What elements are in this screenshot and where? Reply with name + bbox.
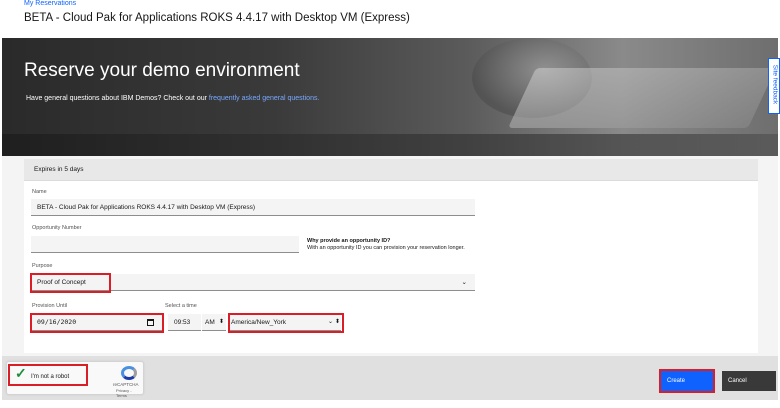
hero-heading: Reserve your demo environment bbox=[24, 60, 300, 81]
opportunity-why-title: Why provide an opportunity ID? bbox=[307, 238, 391, 244]
hero-subtext-text: Have general questions about IBM Demos? … bbox=[26, 95, 207, 102]
chevron-down-icon: ⌄ bbox=[461, 279, 467, 286]
name-field[interactable]: BETA - Cloud Pak for Applications ROKS 4… bbox=[31, 199, 475, 216]
recaptcha-logo-icon bbox=[121, 366, 137, 380]
opportunity-why-description: With an opportunity ID you can provision… bbox=[307, 245, 465, 251]
page-title: BETA - Cloud Pak for Applications ROKS 4… bbox=[24, 12, 410, 24]
opportunity-label: Opportunity Number bbox=[32, 225, 82, 231]
timezone-highlight bbox=[228, 313, 344, 333]
site-feedback-label: Site feedback bbox=[771, 64, 779, 105]
breadcrumb-my-reservations[interactable]: My Reservations bbox=[24, 0, 76, 7]
faq-link[interactable]: frequently asked general questions. bbox=[209, 95, 320, 102]
time-input[interactable]: 09:53 bbox=[168, 314, 201, 331]
cancel-button[interactable]: Cancel bbox=[722, 371, 776, 391]
recaptcha-brand: reCAPTCHA bbox=[113, 382, 139, 387]
opportunity-number-field[interactable] bbox=[31, 236, 299, 253]
recaptcha-highlight bbox=[8, 364, 88, 386]
expires-text: Expires in 5 days bbox=[34, 166, 84, 173]
create-highlight bbox=[659, 369, 715, 393]
page: My Reservations BETA - Cloud Pak for App… bbox=[0, 0, 780, 408]
date-highlight bbox=[30, 313, 164, 333]
purpose-highlight bbox=[30, 273, 111, 293]
recaptcha-privacy-terms[interactable]: Privacy - Terms bbox=[116, 388, 143, 398]
site-feedback-tab[interactable]: Site feedback bbox=[768, 58, 780, 114]
hero-subtext: Have general questions about IBM Demos? … bbox=[26, 95, 319, 102]
ampm-select[interactable]: AM ⬍ bbox=[202, 314, 226, 331]
name-label: Name bbox=[32, 189, 47, 195]
select-time-label: Select a time bbox=[165, 303, 197, 309]
purpose-label: Purpose bbox=[32, 263, 53, 269]
hero-banner: Reserve your demo environment Have gener… bbox=[2, 38, 778, 156]
expires-bar: Expires in 5 days bbox=[24, 159, 758, 181]
provision-until-label: Provision Until bbox=[32, 303, 68, 309]
hero-image-keyboard bbox=[508, 68, 776, 128]
action-bar: ✓ I'm not a robot reCAPTCHA Privacy - Te… bbox=[2, 356, 778, 400]
hero-image-desk bbox=[2, 134, 778, 156]
reservation-form: Expires in 5 days Name BETA - Cloud Pak … bbox=[2, 156, 778, 356]
ampm-value: AM bbox=[205, 318, 215, 326]
form-panel: Name BETA - Cloud Pak for Applications R… bbox=[24, 181, 758, 353]
select-caret-icon: ⬍ bbox=[218, 319, 224, 325]
